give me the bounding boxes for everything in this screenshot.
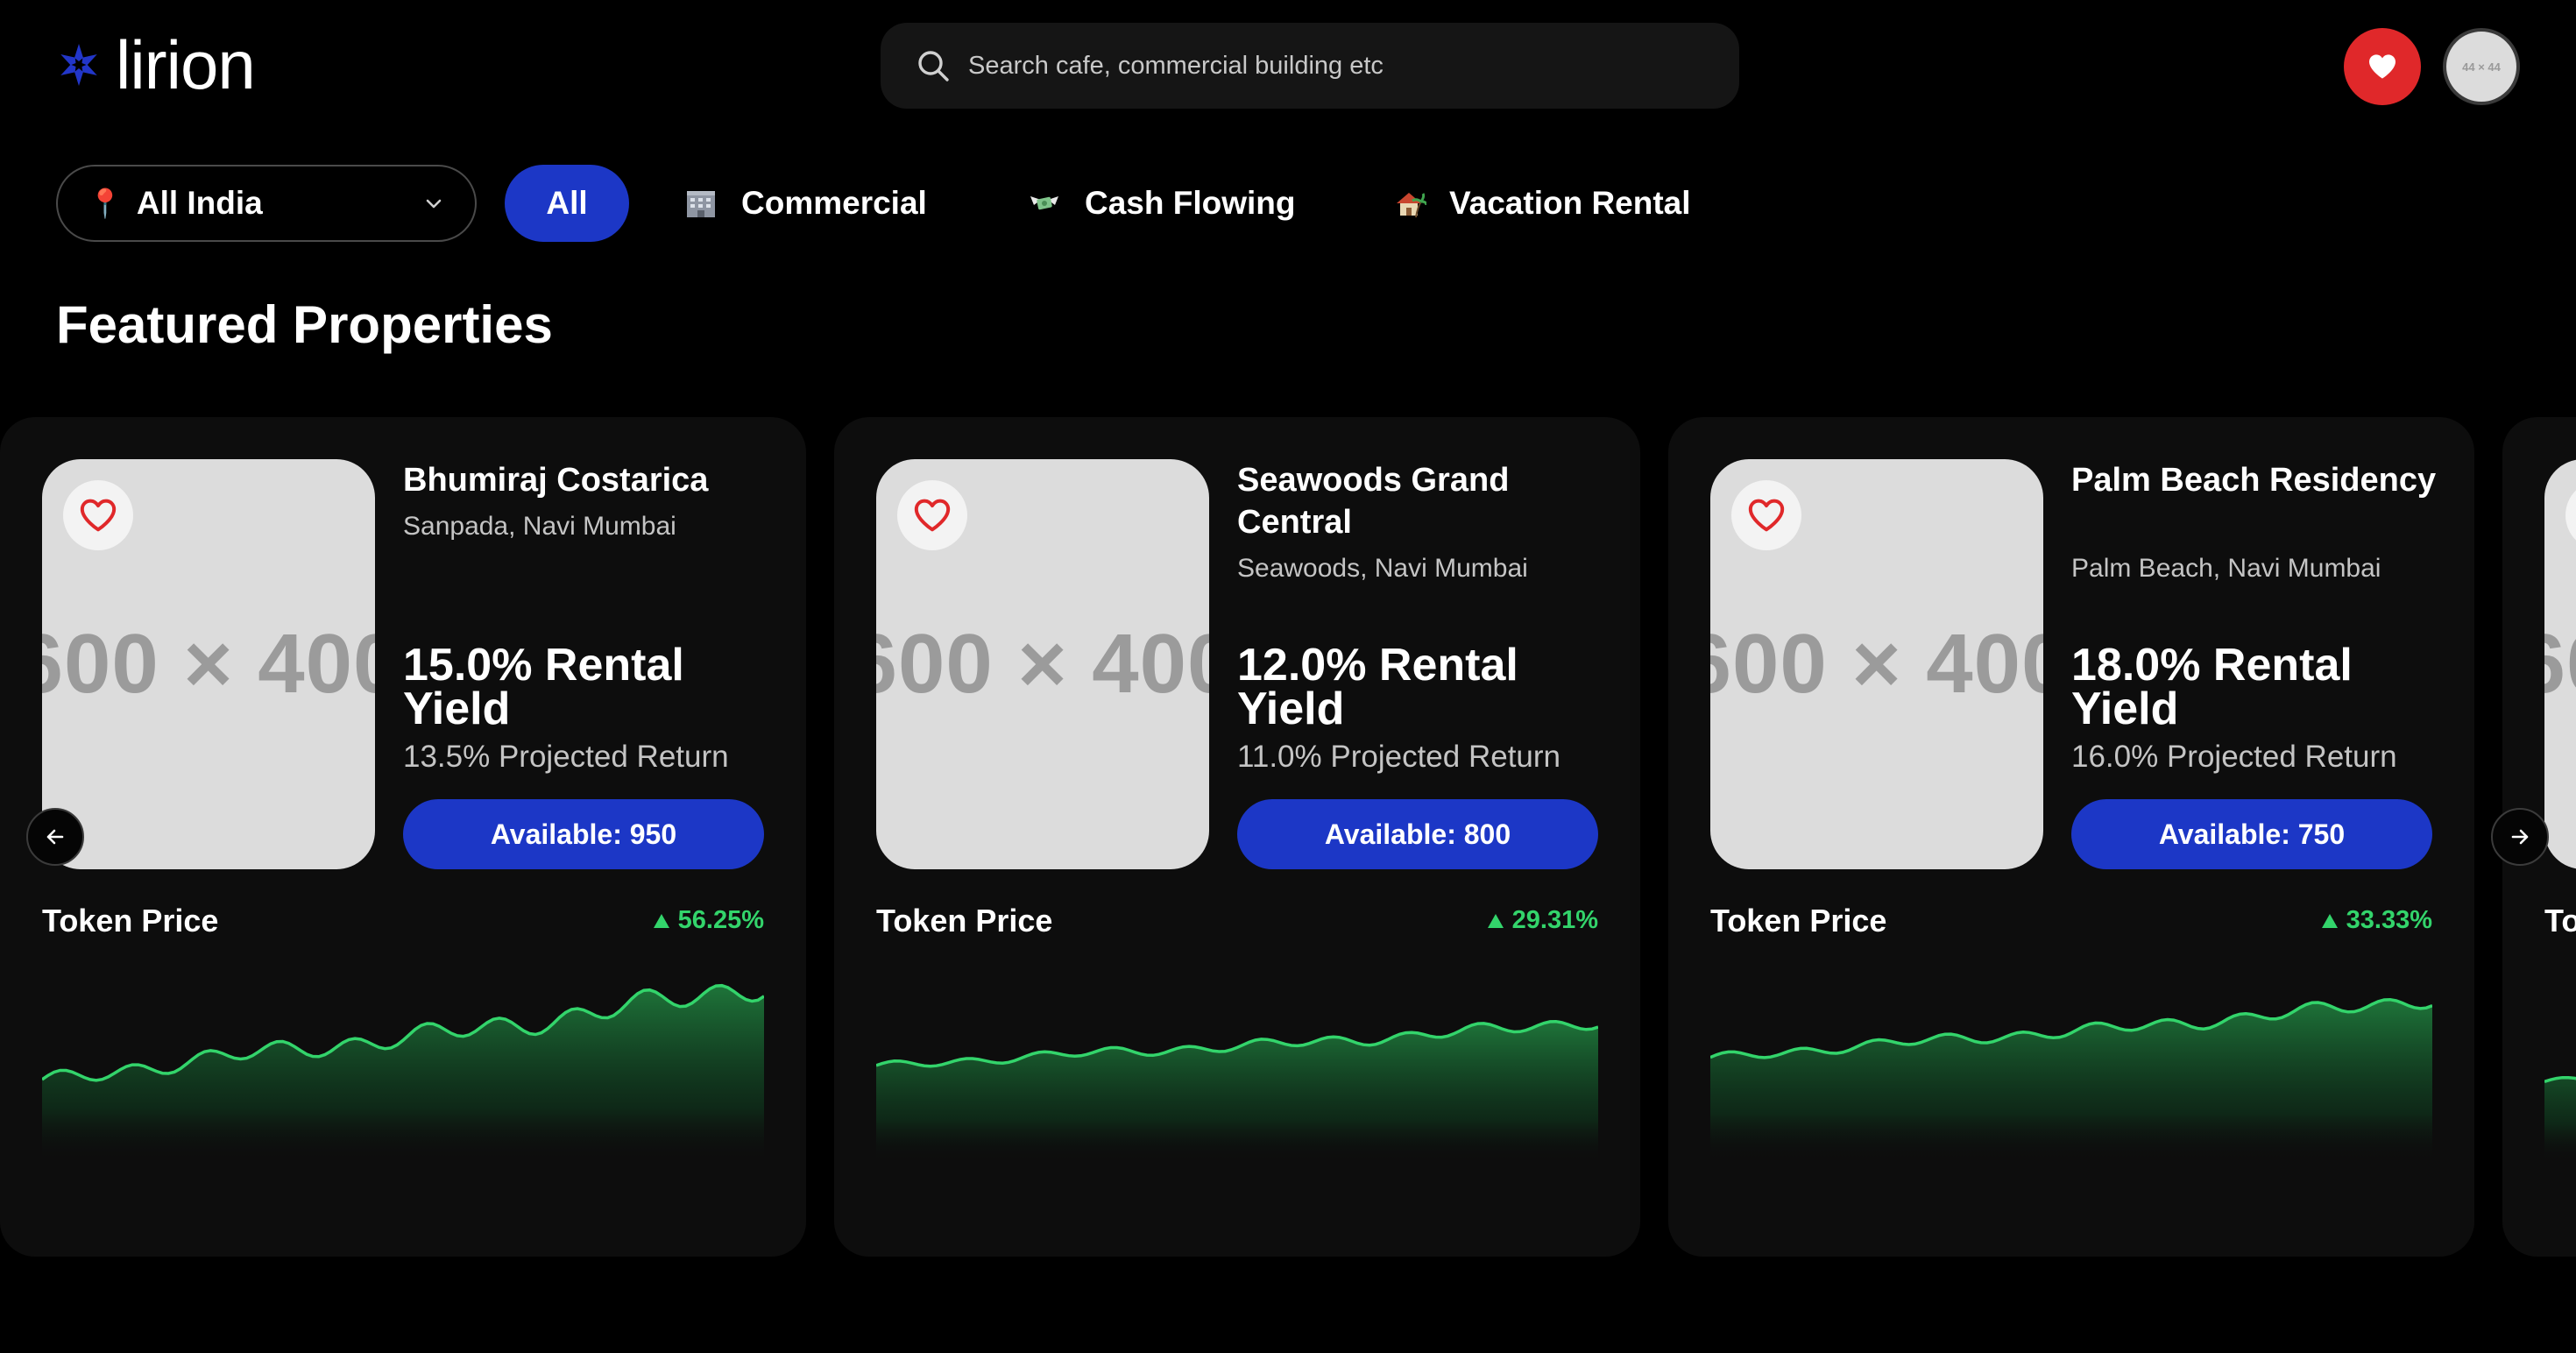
token-price-sparkline [1710, 997, 2432, 1162]
location-pin-icon: 📍 [88, 188, 123, 219]
price-change-value: 56.25% [677, 906, 764, 934]
property-name: Bhumiraj Costarica [403, 462, 709, 499]
money-with-wings-icon [1030, 196, 1058, 210]
price-change: 29.31% [1486, 906, 1598, 935]
image-placeholder-text: 600 × 400 [876, 617, 1209, 711]
filter-chip-label: All [546, 185, 588, 221]
sparkline-area [876, 1021, 1598, 1162]
price-change: 33.33% [2320, 906, 2432, 935]
property-name: Seawoods Grand Central [1237, 462, 1510, 541]
projected-return: 13.5% Projected Return [403, 740, 729, 774]
token-price-label: To [2544, 903, 2576, 939]
chevron-down-icon [426, 199, 442, 209]
favorites-button[interactable] [2344, 28, 2421, 105]
image-placeholder-text: 600 × 400 [1710, 617, 2043, 711]
user-avatar[interactable]: 44 × 44 [2443, 28, 2520, 105]
filter-chip-label: Commercial [741, 185, 927, 221]
brand-logo[interactable]: lirion [54, 26, 256, 103]
projected-return: 11.0% Projected Return [1237, 740, 1561, 774]
favorite-toggle[interactable] [1731, 480, 1801, 550]
filter-bar: 📍 All India All Commercial Cash Flowing … [0, 163, 2576, 244]
heart-outline-icon [1748, 499, 1785, 532]
token-price-label: Token Price [876, 903, 1053, 939]
favorite-toggle[interactable] [63, 480, 133, 550]
projected-return: 16.0% Projected Return [2071, 740, 2397, 774]
triangle-up-icon [2321, 913, 2338, 928]
filter-chip-all[interactable]: All [505, 165, 629, 242]
rental-yield: 15.0% Rental Yield [403, 640, 684, 734]
sparkline-area [42, 985, 764, 1162]
carousel-next-button[interactable] [2491, 808, 2549, 866]
price-change-value: 29.31% [1511, 906, 1598, 934]
arrow-right-icon [2511, 829, 2529, 845]
filter-chip-cash-flowing[interactable]: Cash Flowing [1027, 165, 1296, 242]
triangle-up-icon [1487, 913, 1504, 928]
image-placeholder-text: 600 × 400 [42, 617, 375, 711]
property-location: Seawoods, Navi Mumbai [1237, 554, 1528, 583]
rental-yield: 12.0% Rental Yield [1237, 640, 1518, 734]
sparkline-area [1710, 999, 2432, 1162]
office-building-icon [687, 191, 715, 217]
property-card[interactable]: 600 × 400 Bhumiraj Costarica Sanpada, Na… [0, 417, 806, 1257]
location-dropdown[interactable]: 📍 All India [56, 165, 477, 242]
triangle-up-icon [653, 913, 669, 928]
token-price-label: Token Price [1710, 903, 1887, 939]
favorite-toggle[interactable] [897, 480, 967, 550]
brand-name: lirion [116, 26, 256, 103]
available-tokens-button[interactable]: Available: 950 [403, 799, 764, 869]
filter-chip-label: Cash Flowing [1085, 185, 1296, 221]
section-title: Featured Properties [56, 295, 553, 354]
rental-yield: 18.0% Rental Yield [2071, 640, 2353, 734]
price-change-value: 33.33% [2346, 906, 2432, 934]
filter-chip-vacation-rental[interactable]: Vacation Rental [1391, 165, 1691, 242]
image-placeholder-text: 600 × 400 [2544, 616, 2576, 712]
token-price-label: Token Price [42, 903, 219, 939]
token-price-sparkline [42, 983, 764, 1162]
beach-house-icon [1397, 193, 1426, 218]
heart-icon [2369, 54, 2396, 79]
app-root: lirion 44 × 44 📍 All India [0, 0, 2576, 1353]
search-bar[interactable] [881, 23, 1739, 109]
search-input[interactable] [968, 51, 1722, 81]
property-location: Sanpada, Navi Mumbai [403, 512, 676, 541]
arrow-left-icon [46, 829, 64, 845]
property-card[interactable]: 600 × 400 Seawoods Grand Central Seawood… [834, 417, 1640, 1257]
search-icon [918, 51, 949, 81]
heart-outline-icon [80, 499, 117, 532]
filter-chip-label: Vacation Rental [1449, 185, 1691, 221]
carousel-prev-button[interactable] [26, 808, 84, 866]
sparkline-line [2544, 1075, 2576, 1083]
top-header: lirion 44 × 44 [0, 0, 2576, 131]
property-card[interactable]: 600 × 400 Palm Beach Residency Palm Beac… [1668, 417, 2474, 1257]
token-price-sparkline [876, 1019, 1598, 1162]
avatar-placeholder-text: 44 × 44 [2462, 60, 2501, 74]
logo-icon [60, 44, 97, 86]
heart-outline-icon [914, 499, 951, 532]
property-carousel: 600 × 400 Bhumiraj Costarica Sanpada, Na… [0, 417, 2576, 1258]
filter-chip-commercial[interactable]: Commercial [683, 165, 927, 242]
property-location: Palm Beach, Navi Mumbai [2071, 554, 2381, 583]
token-price-sparkline [2544, 1075, 2576, 1162]
available-tokens-button[interactable]: Available: 750 [2071, 799, 2432, 869]
sparkline-area [2544, 1077, 2576, 1162]
available-tokens-button[interactable]: Available: 800 [1237, 799, 1598, 869]
price-change: 56.25% [652, 906, 764, 935]
location-value: All India [136, 185, 263, 221]
property-name: Palm Beach Residency [2071, 462, 2437, 499]
